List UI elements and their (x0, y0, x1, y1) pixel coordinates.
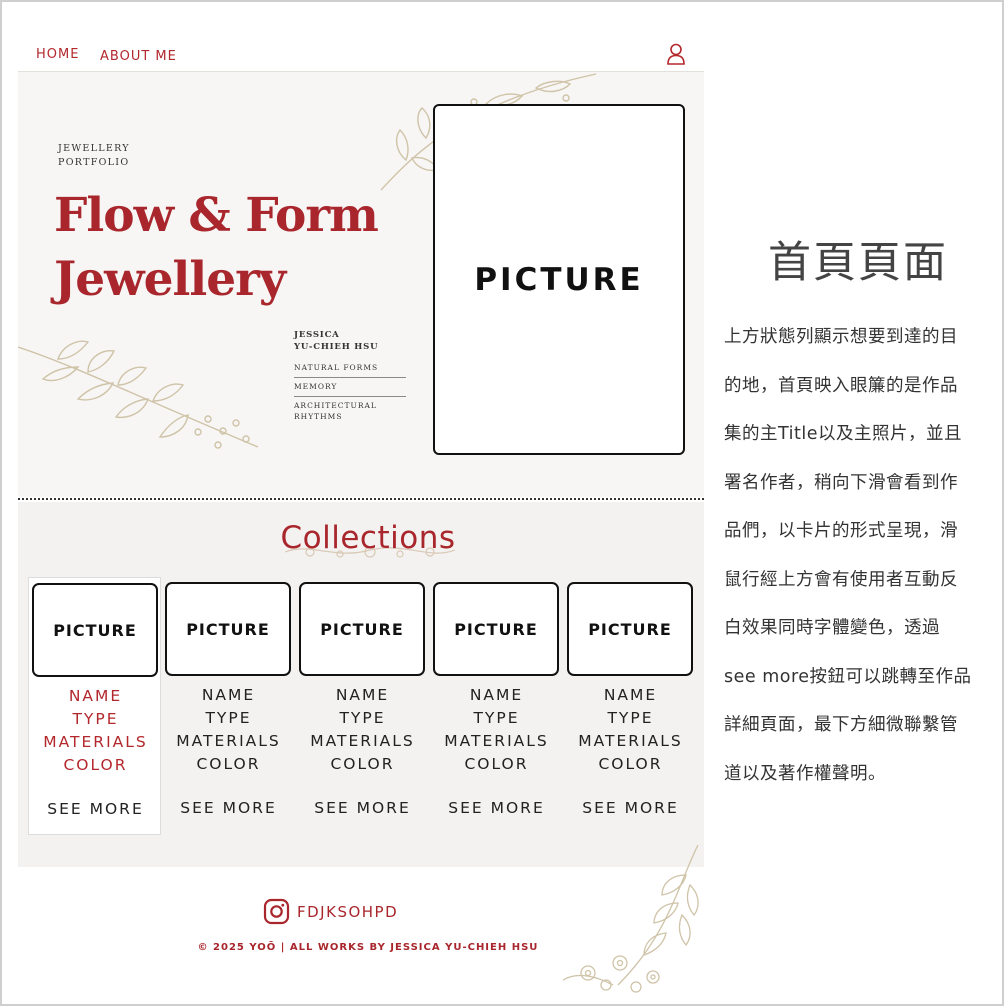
hero-title: Flow & Form Jewellery (54, 184, 379, 312)
hero-subtitle-line: JEWELLERY (58, 143, 130, 154)
card-color: COLOR (330, 755, 395, 773)
hero-title-line: Jewellery (54, 252, 286, 307)
description-line: 的地，首頁映入眼簾的是作品 (724, 375, 958, 396)
card-name: NAME (68, 687, 123, 705)
card-type: TYPE (607, 709, 654, 727)
card-info: NAME TYPE MATERIALS COLOR (430, 684, 563, 776)
card-type: TYPE (205, 709, 252, 727)
card-name: NAME (603, 686, 658, 704)
see-more-button[interactable]: SEE MORE (430, 799, 563, 817)
description-line: 品們，以卡片的形式呈現，滑 (724, 521, 958, 541)
card-materials: MATERIALS (310, 732, 415, 750)
card-materials: MATERIALS (43, 733, 148, 751)
menu-item-architectural-rhythms[interactable]: ARCHITECTURAL RHYTHMS (294, 397, 406, 426)
see-more-button[interactable]: SEE MORE (29, 800, 162, 818)
card-materials: MATERIALS (176, 732, 281, 750)
see-more-button[interactable]: SEE MORE (564, 799, 697, 817)
card-color: COLOR (196, 755, 261, 773)
card-materials: MATERIALS (578, 732, 683, 750)
footer: FDJKSOHPD © 2025 YOŌ | ALL WORKS BY JESS… (18, 845, 704, 993)
card-picture-placeholder: PICTURE (433, 582, 559, 676)
hero-picture-placeholder: PICTURE (433, 104, 685, 455)
card-picture-placeholder: PICTURE (567, 582, 693, 676)
card-color: COLOR (598, 755, 663, 773)
author-name-line: JESSICA (294, 330, 340, 340)
card-type: TYPE (339, 709, 386, 727)
instagram-icon (263, 898, 290, 925)
menu-item-memory[interactable]: MEMORY (294, 378, 406, 397)
card-name: NAME (201, 686, 256, 704)
description-line: 署名作者，稍向下滑會看到作 (724, 472, 958, 493)
hero-section: JEWELLERY PORTFOLIO Flow & Form Jeweller… (18, 72, 704, 497)
collection-card[interactable]: PICTURE NAME TYPE MATERIALS COLOR SEE MO… (430, 577, 563, 835)
card-materials: MATERIALS (444, 732, 549, 750)
floral-branch-left-icon (18, 340, 259, 449)
description-line: 詳細頁面，最下方細微聯繫管 (724, 715, 958, 735)
top-nav: HOME ABOUT ME (18, 32, 704, 72)
description-line: 上方狀態列顯示想要到達的目 (724, 327, 958, 347)
card-color: COLOR (464, 755, 529, 773)
card-name: NAME (469, 686, 524, 704)
instagram-handle: FDJKSOHPD (297, 902, 399, 921)
see-more-button[interactable]: SEE MORE (162, 799, 295, 817)
card-info: NAME TYPE MATERIALS COLOR (29, 685, 162, 777)
card-picture-placeholder: PICTURE (165, 582, 291, 676)
collections-title: Collections (280, 520, 456, 556)
card-info: NAME TYPE MATERIALS COLOR (564, 684, 697, 776)
author-name-line: YU-CHIEH HSU (294, 342, 379, 352)
author-name: JESSICA YU-CHIEH HSU (294, 329, 406, 353)
collection-card[interactable]: PICTURE NAME TYPE MATERIALS COLOR SEE MO… (162, 577, 295, 835)
collection-card[interactable]: PICTURE NAME TYPE MATERIALS COLOR SEE MO… (28, 577, 161, 835)
description-line: 鼠行經上方會有使用者互動反 (724, 569, 958, 590)
card-type: TYPE (72, 710, 119, 728)
copyright-text: © 2025 YOŌ | ALL WORKS BY JESSICA YU-CHI… (197, 942, 539, 953)
card-color: COLOR (63, 756, 128, 774)
card-name: NAME (335, 686, 390, 704)
hero-subtitle: JEWELLERY PORTFOLIO (58, 142, 130, 170)
user-icon[interactable] (666, 43, 686, 65)
nav-home-link[interactable]: HOME (36, 47, 79, 62)
hero-title-line: Flow & Form (54, 188, 379, 243)
collection-card[interactable]: PICTURE NAME TYPE MATERIALS COLOR SEE MO… (564, 577, 697, 835)
nav-about-link[interactable]: ABOUT ME (100, 49, 177, 64)
description-line: see more按鈕可以跳轉至作品 (724, 666, 972, 687)
hero-author-menu: JESSICA YU-CHIEH HSU NATURAL FORMS MEMOR… (294, 329, 406, 426)
website-mockup: HOME ABOUT ME JEWELLERY PORTFOLIO Flow &… (18, 32, 704, 993)
description-body: 上方狀態列顯示想要到達的目 的地，首頁映入眼簾的是作品 集的主Title以及主照… (724, 313, 992, 798)
card-picture-placeholder: PICTURE (32, 583, 158, 677)
card-info: NAME TYPE MATERIALS COLOR (296, 684, 429, 776)
description-line: 道以及著作權聲明。 (724, 763, 886, 784)
instagram-link[interactable]: FDJKSOHPD (263, 898, 398, 925)
collections-section: Collections PICTURE NAME TYPE MATERIALS … (18, 502, 704, 867)
section-divider (18, 498, 704, 500)
collection-card[interactable]: PICTURE NAME TYPE MATERIALS COLOR SEE MO… (296, 577, 429, 835)
card-type: TYPE (473, 709, 520, 727)
card-picture-placeholder: PICTURE (299, 582, 425, 676)
menu-item-natural-forms[interactable]: NATURAL FORMS (294, 359, 406, 378)
description-title: 首頁頁面 (768, 238, 948, 288)
card-info: NAME TYPE MATERIALS COLOR (162, 684, 295, 776)
description-line: 白效果同時字體變色，透過 (724, 618, 940, 638)
hero-subtitle-line: PORTFOLIO (58, 157, 130, 168)
description-line: 集的主Title以及主照片，並且 (724, 424, 963, 444)
see-more-button[interactable]: SEE MORE (296, 799, 429, 817)
floral-bouquet-icon (562, 845, 699, 993)
